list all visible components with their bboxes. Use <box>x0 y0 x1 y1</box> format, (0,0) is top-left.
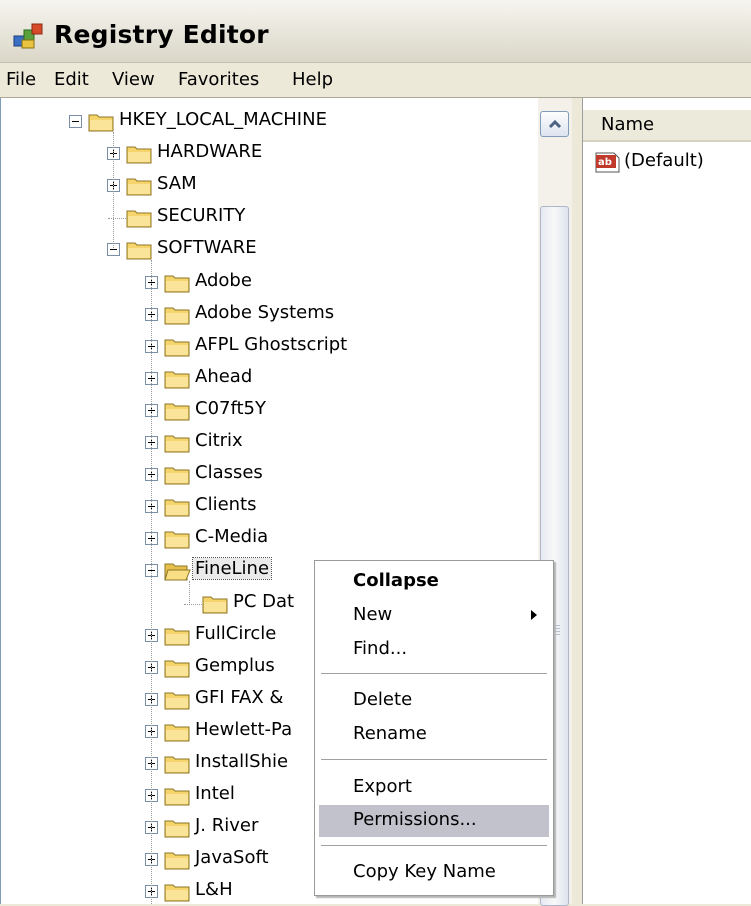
menu-find[interactable]: Find... <box>319 634 549 666</box>
tree-node-label: C07ft5Y <box>195 397 266 419</box>
menu-delete[interactable]: Delete <box>319 685 549 717</box>
tree-node-afpl-ghostscript[interactable]: AFPL Ghostscript <box>1 333 539 363</box>
context-menu: Collapse New Find... Delete Rename Expor… <box>314 560 554 896</box>
tree-node-classes[interactable]: Classes <box>1 461 539 491</box>
folder-icon <box>88 114 114 132</box>
folder-icon <box>164 756 190 774</box>
tree-connector-line <box>113 132 114 249</box>
folder-icon <box>202 596 228 613</box>
tree-node-label: HARDWARE <box>157 141 263 163</box>
folder-icon <box>164 692 190 710</box>
tree-node-label: J. River <box>195 815 259 837</box>
chevron-up-icon <box>548 119 562 129</box>
menu-copy-key-name[interactable]: Copy Key Name <box>319 857 549 889</box>
folder-icon <box>126 178 152 196</box>
tree-node-label: InstallShie <box>195 751 289 772</box>
tree-node-label: HKEY_LOCAL_MACHINE <box>119 109 327 130</box>
registry-editor-icon <box>13 23 43 49</box>
folder-icon <box>164 660 190 678</box>
submenu-arrow-icon <box>531 610 537 620</box>
tree-node-security[interactable]: SECURITY <box>1 204 539 234</box>
tree-node-label: Citrix <box>195 430 243 451</box>
menu-favorites[interactable]: Favorites <box>176 69 261 90</box>
tree-node-label: Adobe <box>195 269 252 291</box>
tree-node-adobe-systems[interactable]: Adobe Systems <box>1 301 539 331</box>
column-header-name[interactable]: Name <box>583 110 751 142</box>
menu-collapse[interactable]: Collapse <box>319 566 549 598</box>
menu-edit[interactable]: Edit <box>52 69 91 90</box>
tree-node-label: Ahead <box>195 365 253 387</box>
tree-node-label: JavaSoft <box>195 847 269 869</box>
tree-node-label: SAM <box>157 173 197 195</box>
menu-rename[interactable]: Rename <box>319 719 549 751</box>
menu-export[interactable]: Export <box>319 772 549 804</box>
svg-text:ab: ab <box>598 157 612 168</box>
tree-node-label: SOFTWARE <box>157 237 257 259</box>
tree-node-label: GFI FAX & <box>195 686 284 708</box>
folder-icon <box>126 146 152 164</box>
scroll-up-button[interactable] <box>540 111 569 137</box>
folder-icon <box>164 628 190 646</box>
folder-icon <box>164 884 190 902</box>
tree-connector-line <box>151 260 152 904</box>
folder-icon <box>164 339 190 357</box>
menu-view[interactable]: View <box>110 69 157 90</box>
tree-node-label: Gemplus <box>195 654 275 676</box>
tree-node-hkey-local-machine[interactable]: HKEY_LOCAL_MACHINE <box>1 108 539 138</box>
tree-node-label: SECURITY <box>157 205 246 227</box>
menu-new[interactable]: New <box>319 600 549 632</box>
menu-file[interactable]: File <box>4 69 38 90</box>
folder-icon <box>164 531 190 549</box>
tree-node-label: FineLine <box>191 557 273 581</box>
folder-icon <box>164 820 190 838</box>
tree-connector-line <box>189 581 190 604</box>
folder-icon <box>126 210 152 228</box>
value-name: (Default) <box>624 150 704 171</box>
folder-icon <box>164 435 190 453</box>
open-folder-icon <box>164 563 191 581</box>
tree-node-label: PC Dat <box>233 590 295 612</box>
folder-icon <box>164 788 190 806</box>
folder-icon <box>164 467 190 485</box>
tree-node-label: FullCircle <box>195 622 277 644</box>
values-list[interactable]: Name ab (Default) <box>583 98 751 904</box>
tree-node-c-media[interactable]: C-Media <box>1 525 539 555</box>
menu-bar: File Edit View Favorites Help <box>0 63 751 98</box>
tree-node-label: Clients <box>195 494 257 516</box>
folder-icon <box>164 852 190 870</box>
menu-separator <box>321 673 547 674</box>
folder-icon <box>164 275 190 292</box>
tree-node-label: Adobe Systems <box>195 301 335 323</box>
string-value-icon: ab <box>595 152 620 173</box>
menu-separator <box>321 759 547 760</box>
folder-icon <box>164 403 190 421</box>
title-bar: Registry Editor <box>0 0 751 63</box>
tree-node-hardware[interactable]: HARDWARE <box>1 140 539 170</box>
tree-node-clients[interactable]: Clients <box>1 493 539 523</box>
folder-icon <box>164 499 190 517</box>
folder-icon <box>126 242 152 260</box>
tree-node-c07ft5y[interactable]: C07ft5Y <box>1 397 539 427</box>
menu-help[interactable]: Help <box>290 69 335 90</box>
tree-node-citrix[interactable]: Citrix <box>1 429 539 459</box>
tree-node-label: L&H <box>195 879 233 901</box>
tree-node-label: C-Media <box>195 526 269 548</box>
folder-icon <box>164 307 190 325</box>
tree-node-software[interactable]: SOFTWARE <box>1 236 539 266</box>
tree-node-label: Intel <box>195 783 235 805</box>
pane-splitter[interactable] <box>572 98 583 904</box>
tree-node-sam[interactable]: SAM <box>1 172 539 202</box>
folder-icon <box>164 371 190 389</box>
tree-node-label: Hewlett-Pa <box>195 718 293 740</box>
menu-separator <box>321 845 547 846</box>
window-title: Registry Editor <box>54 20 269 49</box>
collapse-icon[interactable] <box>69 115 82 128</box>
tree-node-adobe[interactable]: Adobe <box>1 269 539 299</box>
tree-node-label: Classes <box>195 462 263 484</box>
tree-node-ahead[interactable]: Ahead <box>1 365 539 395</box>
tree-node-label: AFPL Ghostscript <box>195 333 348 355</box>
menu-permissions[interactable]: Permissions... <box>319 805 549 837</box>
folder-icon <box>164 724 190 742</box>
